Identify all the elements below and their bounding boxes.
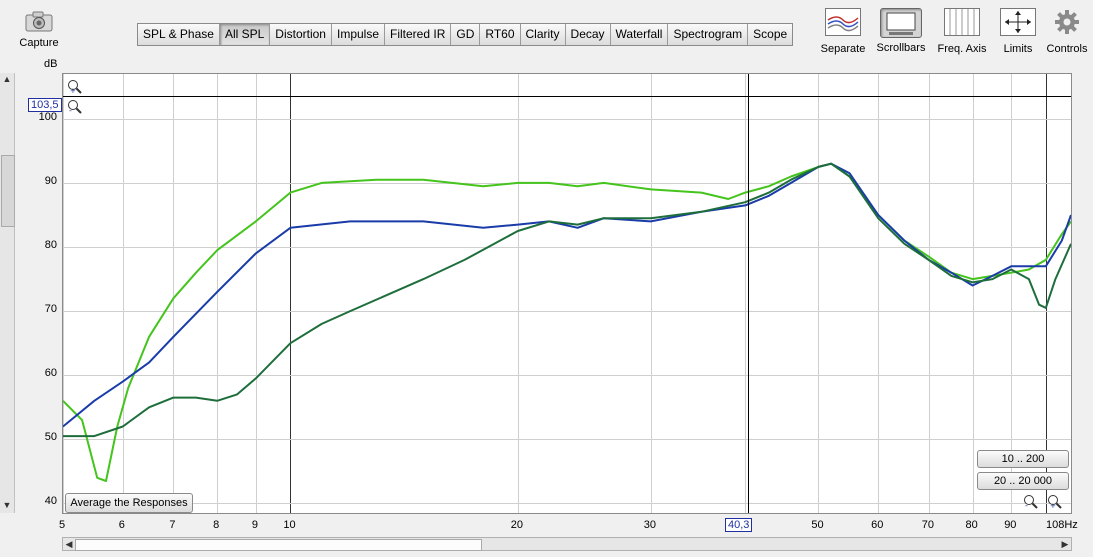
scrollbars-label: Scrollbars (876, 42, 926, 54)
scroll-left-arrow-icon[interactable]: ◀ (63, 538, 75, 550)
spl-curve-1 (63, 162, 1071, 482)
tab-decay[interactable]: Decay (565, 24, 611, 45)
freq-axis-button[interactable]: Freq. Axis (934, 8, 990, 55)
zoom-out-x-icon[interactable]: - (1023, 494, 1039, 513)
scrollbars-icon (880, 8, 922, 38)
tab-impulse[interactable]: Impulse (331, 24, 386, 45)
separate-icon (818, 8, 868, 39)
range-20-20000-button[interactable]: 20 .. 20 000 (977, 472, 1069, 490)
x-tick-label: 9 (251, 519, 258, 531)
scroll-up-arrow-icon[interactable]: ▲ (1, 73, 13, 85)
freq-axis-icon (934, 8, 990, 39)
y-tick-label: 90 (44, 174, 57, 187)
x-cursor-readout[interactable]: 40,3 (725, 518, 753, 532)
y-axis-unit: dB (44, 58, 58, 70)
x-tick-label: 6 (118, 519, 125, 531)
scrollbars-button[interactable]: Scrollbars (874, 8, 928, 54)
camera-icon (18, 10, 60, 35)
x-tick-label: 7 (169, 519, 176, 531)
horizontal-scroll-thumb[interactable] (75, 539, 482, 551)
y-tick-label: 80 (44, 239, 57, 252)
tab-waterfall[interactable]: Waterfall (610, 24, 669, 45)
x-tick-label: 70 (921, 519, 934, 531)
tab-clarity[interactable]: Clarity (520, 24, 566, 45)
limits-icon (998, 8, 1038, 39)
x-tick-label: 20 (510, 519, 524, 531)
x-tick-label: 50 (811, 519, 824, 531)
vertical-scrollbar[interactable]: ▲ ▼ (0, 73, 15, 513)
capture-label: Capture (19, 37, 59, 49)
scroll-down-arrow-icon[interactable]: ▼ (1, 499, 13, 511)
x-tick-label: 60 (871, 519, 884, 531)
gear-icon (1044, 8, 1090, 39)
spl-plot-area[interactable]: + - Average the Responses 10 .. 200 20 .… (62, 73, 1072, 514)
svg-text:-: - (1025, 501, 1028, 510)
tab-rt60[interactable]: RT60 (480, 24, 521, 45)
controls-button[interactable]: Controls (1044, 8, 1090, 55)
graph-tab-bar: SPL & Phase All SPL Distortion Impulse Filte… (137, 23, 794, 46)
horizontal-scrollbar[interactable]: ◀ ▶ (62, 537, 1072, 551)
x-tick-label: 5 (59, 519, 66, 531)
tab-gd[interactable]: GD (451, 24, 481, 45)
y-tick-label: 40 (44, 495, 57, 508)
separate-button[interactable]: Separate (818, 8, 868, 55)
x-tick-label: 108Hz (1046, 519, 1078, 531)
x-tick-label: 80 (965, 519, 978, 531)
scroll-right-arrow-icon[interactable]: ▶ (1059, 538, 1071, 550)
tab-all-spl[interactable]: All SPL (219, 24, 271, 45)
capture-button[interactable]: Capture (18, 10, 60, 49)
y-tick-label: 100 (38, 110, 57, 123)
tab-filtered-ir[interactable]: Filtered IR (385, 24, 452, 45)
freq-axis-label: Freq. Axis (937, 43, 987, 55)
controls-label: Controls (1046, 43, 1088, 55)
tab-scope[interactable]: Scope (748, 24, 793, 45)
y-tick-label: 70 (44, 303, 57, 316)
zoom-in-x-icon[interactable]: + (1047, 494, 1063, 513)
svg-text:+: + (70, 87, 76, 95)
svg-text:-: - (69, 106, 72, 115)
y-tick-label: 60 (44, 367, 57, 380)
spl-curve-2 (63, 162, 1071, 428)
separate-label: Separate (820, 43, 866, 55)
x-tick-label: 10 (283, 519, 296, 531)
limits-label: Limits (1003, 43, 1033, 55)
y-tick-label: 50 (44, 431, 57, 444)
average-responses-button[interactable]: Average the Responses (65, 493, 193, 513)
y-cursor-readout[interactable]: 103,5 (28, 98, 62, 112)
tab-distortion[interactable]: Distortion (270, 24, 332, 45)
spl-curve-3 (63, 162, 1071, 438)
x-tick-label: 8 (213, 519, 220, 531)
spl-chart (63, 74, 1071, 513)
tab-spl-phase[interactable]: SPL & Phase (138, 24, 220, 45)
vertical-scroll-thumb[interactable] (1, 155, 15, 227)
range-10-200-button[interactable]: 10 .. 200 (977, 450, 1069, 468)
x-tick-label: 30 (643, 519, 657, 531)
svg-text:+: + (1050, 502, 1056, 510)
tab-spectrogram[interactable]: Spectrogram (668, 24, 749, 45)
limits-button[interactable]: Limits (998, 8, 1038, 55)
zoom-out-y-icon[interactable]: - (67, 99, 83, 118)
x-tick-label: 90 (1004, 519, 1017, 531)
zoom-in-y-icon[interactable]: + (67, 79, 83, 98)
